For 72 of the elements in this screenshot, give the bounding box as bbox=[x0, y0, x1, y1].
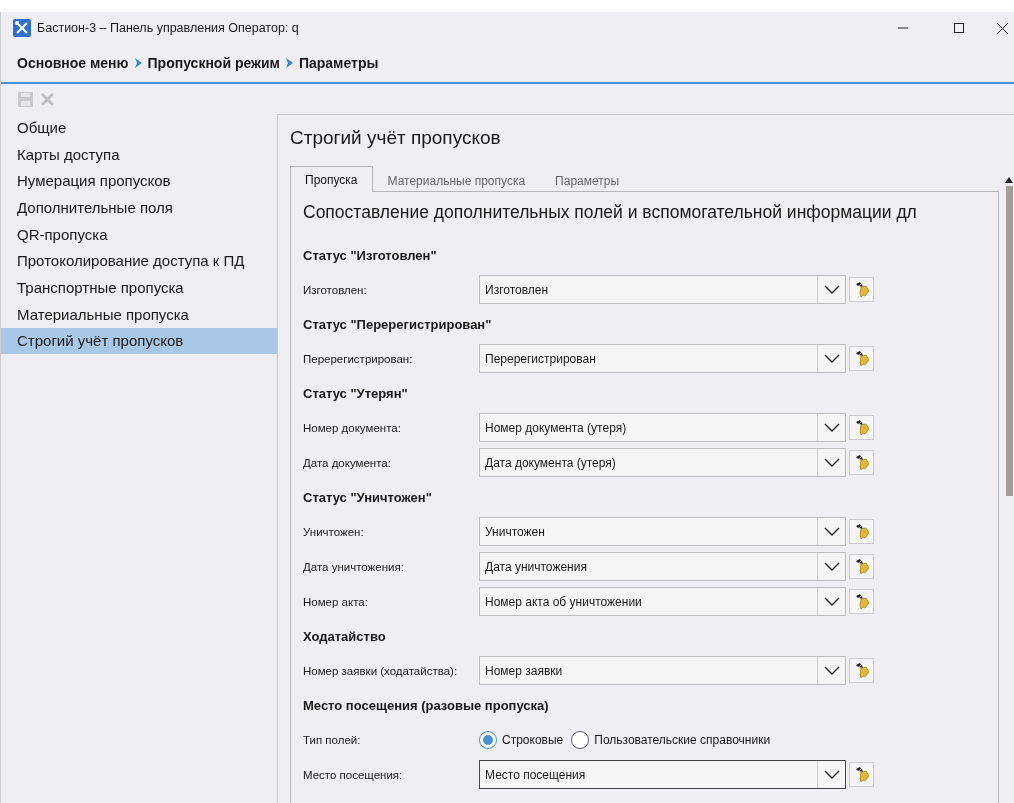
window-title: Бастион-3 – Панель управления Оператор: q bbox=[37, 21, 300, 35]
tab[interactable]: Материальные пропуска bbox=[372, 168, 541, 192]
field-label: Номер заявки (ходатайства): bbox=[303, 664, 459, 677]
field-label: Номер документа: bbox=[303, 421, 402, 434]
section-heading: Ходатайство bbox=[303, 627, 387, 646]
sidebar-item[interactable]: Общие bbox=[1, 114, 277, 141]
radio-label: Строковые bbox=[502, 732, 564, 747]
tab[interactable]: Параметры bbox=[540, 168, 635, 192]
breadcrumb-link[interactable]: Основное меню bbox=[17, 55, 129, 71]
radio-button[interactable] bbox=[479, 730, 497, 749]
sidebar-item[interactable]: Транспортные пропуска bbox=[1, 274, 277, 301]
breadcrumb-link[interactable]: Пропускной режим bbox=[147, 55, 280, 71]
field-label: Перерегистрирован: bbox=[303, 352, 414, 365]
sidebar-item[interactable]: Строгий учёт пропусков bbox=[1, 327, 277, 355]
section-heading: Статус "Утерян" bbox=[303, 384, 409, 403]
dropdown-field[interactable]: Место посещения bbox=[479, 760, 846, 789]
chevron-down-icon bbox=[823, 769, 840, 780]
breadcrumb-arrow-icon bbox=[284, 57, 294, 69]
chevron-down-icon bbox=[823, 526, 840, 537]
clear-button[interactable] bbox=[849, 519, 874, 544]
chevron-down-icon bbox=[823, 457, 840, 468]
field-label: Уничтожен: bbox=[303, 525, 365, 538]
section-heading: Место посещения (разовые пропуска) bbox=[303, 696, 550, 715]
tab[interactable]: Пропуска bbox=[290, 166, 373, 192]
maximize-icon[interactable] bbox=[954, 23, 964, 33]
chevron-down-icon bbox=[823, 353, 840, 364]
dropdown-field[interactable]: Изготовлен bbox=[479, 275, 846, 304]
clear-button[interactable] bbox=[849, 450, 874, 475]
sidebar-item[interactable]: Нумерация пропусков bbox=[1, 167, 277, 195]
chevron-down-icon bbox=[823, 596, 840, 607]
section-title: Сопоставление дополнительных полей и вспомогательной информации дл bbox=[303, 202, 918, 224]
dropdown-field[interactable]: Номер заявки bbox=[479, 656, 846, 685]
chevron-down-icon bbox=[823, 284, 840, 295]
dropdown-field[interactable]: Перерегистрирован bbox=[479, 344, 846, 373]
sidebar-item[interactable]: Материальные пропуска bbox=[1, 300, 277, 328]
clear-button[interactable] bbox=[849, 658, 874, 683]
chevron-down-icon bbox=[823, 422, 840, 433]
breadcrumb-link[interactable]: Параметры bbox=[298, 55, 379, 71]
breadcrumb-arrow-icon bbox=[133, 57, 143, 69]
section-heading: Статус "Уничтожен" bbox=[303, 488, 433, 507]
sidebar-item[interactable]: Протоколирование доступа к ПД bbox=[1, 247, 277, 275]
radio-button[interactable] bbox=[571, 730, 590, 749]
dropdown-field[interactable]: Номер акта об уничтожении bbox=[479, 587, 846, 616]
field-label: Место посещения: bbox=[303, 768, 404, 781]
app-icon bbox=[13, 19, 31, 37]
field-label: Изготовлен: bbox=[303, 283, 368, 296]
clear-button[interactable] bbox=[849, 554, 874, 579]
dropdown-field[interactable]: Номер документа (утеря) bbox=[479, 413, 846, 442]
dropdown-field[interactable]: Дата уничтожения bbox=[479, 552, 846, 581]
sidebar-item[interactable]: Дополнительные поля bbox=[1, 194, 277, 221]
section-heading: Статус "Изготовлен" bbox=[303, 246, 438, 265]
section-heading: Статус "Перерегистрирован" bbox=[303, 315, 493, 334]
sidebar-item[interactable]: QR-пропуска bbox=[1, 220, 277, 248]
field-label: Дата документа: bbox=[303, 456, 392, 469]
clear-button[interactable] bbox=[849, 415, 874, 440]
scroll-up-icon[interactable] bbox=[1005, 177, 1013, 183]
radio-label: Пользовательские справочники bbox=[594, 732, 771, 747]
dropdown-field[interactable]: Дата документа (утеря) bbox=[479, 448, 846, 477]
field-label: Дата уничтожения: bbox=[303, 560, 405, 573]
clear-button[interactable] bbox=[849, 346, 874, 371]
clear-button[interactable] bbox=[849, 277, 874, 302]
dropdown-field[interactable]: Уничтожен bbox=[479, 517, 846, 546]
scrollbar-thumb[interactable] bbox=[1005, 186, 1013, 496]
clear-button[interactable] bbox=[849, 589, 874, 614]
sidebar-item[interactable]: Карты доступа bbox=[1, 140, 277, 168]
field-label: Тип полей: bbox=[303, 733, 362, 746]
clear-button[interactable] bbox=[849, 762, 874, 787]
field-label: Номер акта: bbox=[303, 595, 369, 608]
close-icon[interactable] bbox=[996, 22, 1008, 34]
chevron-down-icon bbox=[823, 665, 840, 676]
chevron-down-icon bbox=[823, 561, 840, 572]
panel-title: Строгий учёт пропусков bbox=[290, 127, 502, 150]
